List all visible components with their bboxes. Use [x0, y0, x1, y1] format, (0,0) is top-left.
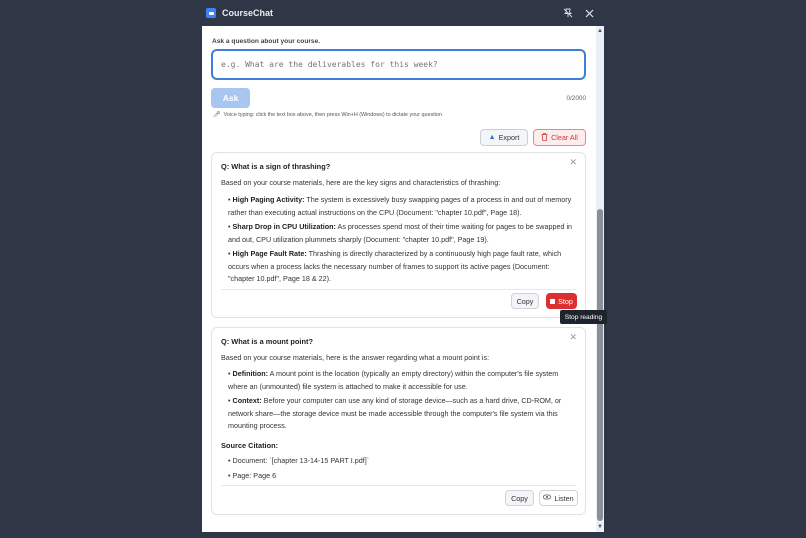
speaker-icon [543, 494, 552, 502]
scroll-up-icon[interactable]: ▲ [597, 28, 603, 34]
answer-card: ✕ Q: What is a mount point? Based on you… [211, 327, 586, 515]
list-item: • Context: Before your computer can use … [228, 396, 562, 430]
pin-off-icon[interactable] [559, 4, 577, 22]
char-count: 0/2000 [566, 95, 586, 102]
title-bar: CourseChat [202, 0, 604, 26]
listen-button[interactable]: Listen [539, 490, 578, 506]
clear-all-button[interactable]: Clear All [533, 129, 586, 146]
card-question: Q: What is a mount point? [221, 337, 313, 346]
copy-button[interactable]: Copy [511, 293, 539, 309]
answer-card: ✕ Q: What is a sign of thrashing? Based … [211, 152, 586, 318]
source-document: • Document: `[chapter 13-14-15 PART I.pd… [228, 456, 370, 465]
card-intro: Based on your course materials, here are… [221, 178, 501, 187]
source-list: • Document: `[chapter 13-14-15 PART I.pd… [228, 454, 369, 483]
scrollbar[interactable]: ▲ ▼ [596, 26, 604, 532]
stop-label: Stop [558, 296, 573, 306]
export-icon: ▲ [488, 134, 496, 141]
source-page: • Page: Page 6 [228, 470, 277, 480]
stop-reading-tooltip: Stop reading [560, 310, 607, 324]
stop-reading-button[interactable]: Stop [546, 293, 577, 309]
app-title: CourseChat [222, 8, 274, 18]
list-item: • High Paging Activity: The system is ex… [228, 195, 572, 217]
scroll-thumb[interactable] [597, 209, 603, 521]
list-item: • Sharp Drop in CPU Utilization: As proc… [228, 222, 573, 244]
source-citation-title: Source Citation: [221, 441, 279, 450]
export-label: Export [498, 133, 520, 142]
ask-label: Ask a question about your course. [212, 38, 321, 45]
divider [221, 289, 576, 290]
answer-bullets: • High Paging Activity: The system is ex… [228, 194, 578, 288]
ask-button[interactable]: Ask [211, 88, 250, 108]
copy-button[interactable]: Copy [505, 490, 534, 506]
listen-label: Listen [554, 493, 574, 503]
card-question: Q: What is a sign of thrashing? [221, 162, 331, 171]
close-icon[interactable] [580, 4, 598, 22]
chat-panel: Ask a question about your course. Ask 0/… [202, 26, 596, 532]
answer-bullets: • Definition: A mount point is the locat… [228, 368, 578, 435]
list-item: • Definition: A mount point is the locat… [228, 369, 559, 391]
list-item: • High Page Fault Rate: Thrashing is dir… [228, 249, 562, 283]
export-button[interactable]: ▲ Export [480, 129, 528, 146]
question-input[interactable] [211, 49, 586, 80]
close-card-icon[interactable]: ✕ [569, 157, 577, 168]
voice-hint: 🎤︎ Voice typing: click the text box abov… [213, 111, 442, 119]
stop-icon [550, 298, 556, 304]
app-logo-icon [206, 8, 216, 18]
trash-icon [541, 132, 548, 143]
close-card-icon[interactable]: ✕ [569, 332, 577, 343]
divider [221, 485, 576, 486]
card-intro: Based on your course materials, here is … [221, 353, 490, 362]
microphone-icon: 🎤︎ [213, 112, 221, 118]
clear-all-label: Clear All [551, 133, 578, 142]
scroll-down-icon[interactable]: ▼ [597, 524, 603, 530]
coursechat-window: CourseChat Ask a question about your cou… [202, 0, 604, 538]
voice-hint-text: Voice typing: click the text box above, … [223, 111, 442, 118]
